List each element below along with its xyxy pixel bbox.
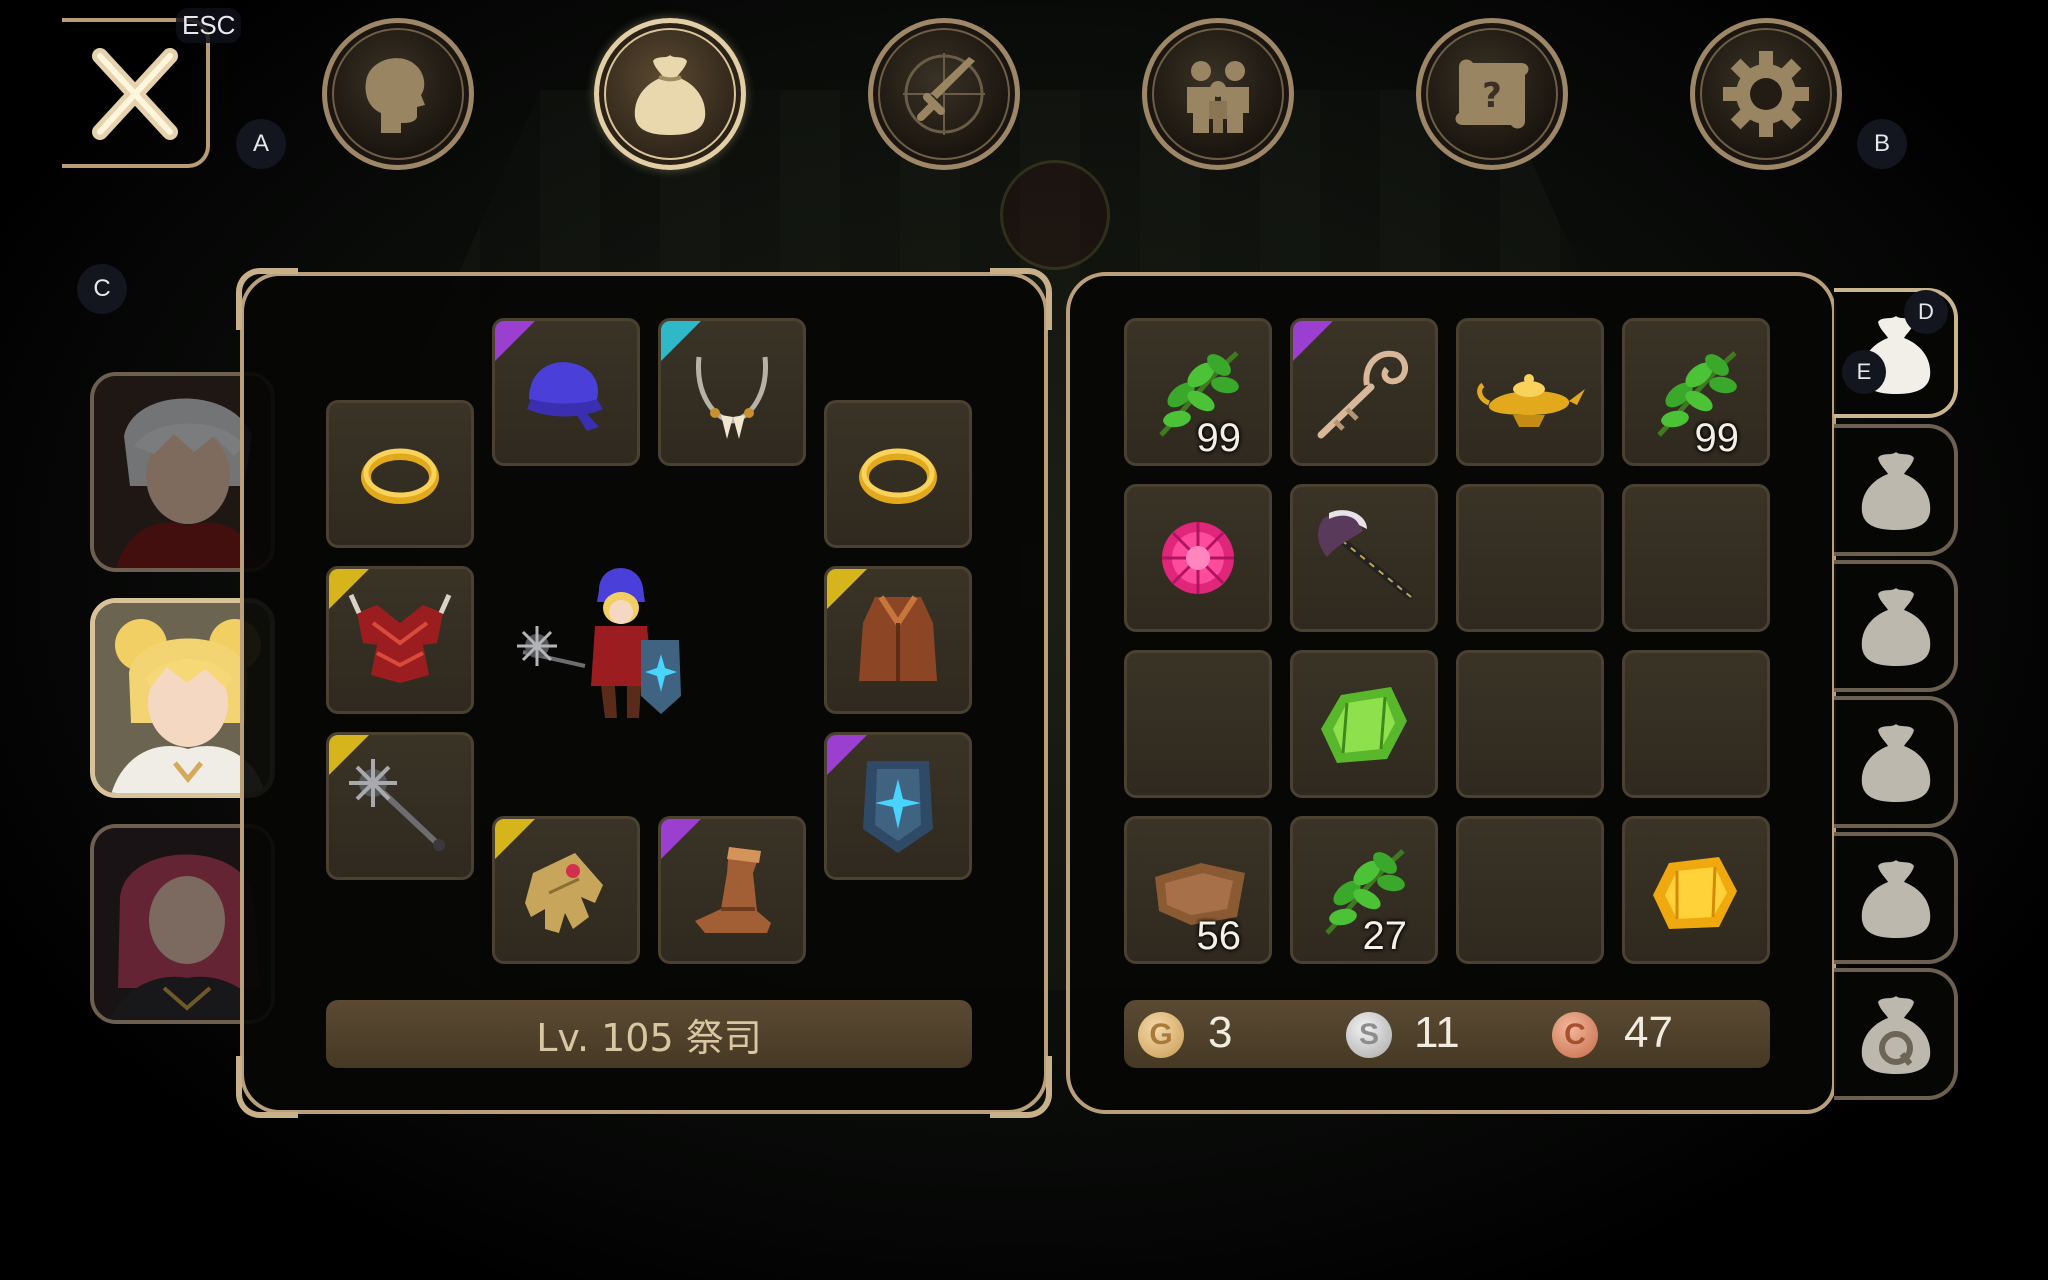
key-hint-b: B xyxy=(1857,119,1907,169)
bag-icon xyxy=(634,55,706,135)
bag-tab-5[interactable] xyxy=(1834,832,1958,964)
tab-quests[interactable]: ? xyxy=(1416,18,1568,170)
item-quantity: 56 xyxy=(1196,914,1242,958)
inventory-slot[interactable]: 56 xyxy=(1124,816,1272,964)
key-hint-d: D xyxy=(1904,290,1948,334)
inventory-slot[interactable]: 99 xyxy=(1622,318,1770,466)
fang-necklace-icon xyxy=(695,356,769,439)
panel-corner xyxy=(990,268,1052,330)
gold-ring-icon xyxy=(361,448,439,504)
inventory-slot-empty[interactable] xyxy=(1124,650,1272,798)
bag-icon xyxy=(1861,724,1931,802)
inventory-slot-empty[interactable] xyxy=(1456,484,1604,632)
bag-tab-2[interactable] xyxy=(1834,424,1958,556)
inventory-slot[interactable] xyxy=(1290,318,1438,466)
close-icon xyxy=(92,48,178,140)
party-icon xyxy=(1187,61,1249,133)
equip-slot-shield[interactable] xyxy=(824,732,972,880)
key-hint-a: A xyxy=(236,119,286,169)
green-gem-icon xyxy=(1321,687,1407,763)
inventory-slot-empty[interactable] xyxy=(1456,650,1604,798)
inventory-slot[interactable] xyxy=(1456,318,1604,466)
inventory-slot[interactable]: 27 xyxy=(1290,816,1438,964)
bag-tab-3[interactable] xyxy=(1834,560,1958,692)
equip-slot-weapon[interactable] xyxy=(326,732,474,880)
tab-settings[interactable] xyxy=(1690,18,1842,170)
wall-crest xyxy=(1000,160,1110,270)
gold-amount: 3 xyxy=(1208,1008,1233,1057)
battle-axe-icon xyxy=(1318,510,1414,600)
character-sprite-icon xyxy=(517,567,681,718)
key-hint-e: E xyxy=(1842,350,1886,394)
yellow-gem-icon xyxy=(1653,857,1737,929)
bag-tab-quest[interactable] xyxy=(1834,968,1958,1100)
brown-robe-icon xyxy=(859,595,937,681)
copper-amount: 47 xyxy=(1624,1008,1673,1057)
svg-text:?: ? xyxy=(1482,76,1502,116)
inventory-slot-empty[interactable] xyxy=(1622,650,1770,798)
bag-icon xyxy=(1861,588,1931,666)
inventory-slot[interactable] xyxy=(1290,650,1438,798)
leather-boot-icon xyxy=(695,847,771,933)
equip-slot-head[interactable] xyxy=(492,318,640,466)
panel-corner xyxy=(990,1056,1052,1118)
equip-slot-boots[interactable] xyxy=(658,816,806,964)
character-head-icon xyxy=(365,58,425,133)
pink-gem-icon xyxy=(1162,522,1234,594)
equip-slot-gloves[interactable] xyxy=(492,816,640,964)
tab-character[interactable] xyxy=(322,18,474,170)
gold-coin-icon: G xyxy=(1138,1012,1184,1058)
quest-bag-icon xyxy=(1861,996,1931,1074)
panel-corner xyxy=(236,268,298,330)
equip-slot-ring-left[interactable] xyxy=(326,400,474,548)
skill-sword-icon xyxy=(903,53,985,135)
equip-slot-armor[interactable] xyxy=(326,566,474,714)
inventory-slot-empty[interactable] xyxy=(1456,816,1604,964)
item-quantity: 99 xyxy=(1694,416,1740,460)
copper-coin-icon: C xyxy=(1552,1012,1598,1058)
tab-inventory[interactable] xyxy=(594,18,746,170)
inventory-slot[interactable] xyxy=(1124,484,1272,632)
crystal-shield-icon xyxy=(863,761,933,853)
bag-icon xyxy=(1861,860,1931,938)
silver-coin-icon: S xyxy=(1346,1012,1392,1058)
key-hint-c: C xyxy=(77,264,127,314)
currency-bar: G 3 S 11 C 47 xyxy=(1124,1000,1770,1068)
inventory-slot[interactable]: 99 xyxy=(1124,318,1272,466)
silver-amount: 11 xyxy=(1414,1008,1460,1057)
inventory-slot[interactable] xyxy=(1622,816,1770,964)
bag-tab-4[interactable] xyxy=(1834,696,1958,828)
gold-ring-icon xyxy=(859,448,937,504)
tab-party[interactable] xyxy=(1142,18,1294,170)
equip-slot-ring-right[interactable] xyxy=(824,400,972,548)
settings-gear-icon xyxy=(1723,51,1809,137)
inventory-slot-empty[interactable] xyxy=(1622,484,1770,632)
red-armor-icon xyxy=(348,593,452,683)
equip-slot-necklace[interactable] xyxy=(658,318,806,466)
gold-glove-icon xyxy=(525,853,603,933)
bone-staff-icon xyxy=(1317,350,1408,439)
bag-icon xyxy=(1861,452,1931,530)
blue-hat-icon xyxy=(527,362,603,431)
character-level-class: Lv. 105 祭司 xyxy=(326,1000,972,1068)
panel-corner xyxy=(236,1056,298,1118)
esc-key-hint: ESC xyxy=(176,8,242,43)
morning-star-icon xyxy=(349,759,445,851)
item-quantity: 27 xyxy=(1362,914,1408,958)
quest-scroll-icon: ? xyxy=(1455,59,1529,129)
item-quantity: 99 xyxy=(1196,416,1242,460)
magic-lamp-icon xyxy=(1477,374,1585,427)
inventory-slot[interactable] xyxy=(1290,484,1438,632)
tab-skills[interactable] xyxy=(868,18,1020,170)
equip-slot-cloak[interactable] xyxy=(824,566,972,714)
